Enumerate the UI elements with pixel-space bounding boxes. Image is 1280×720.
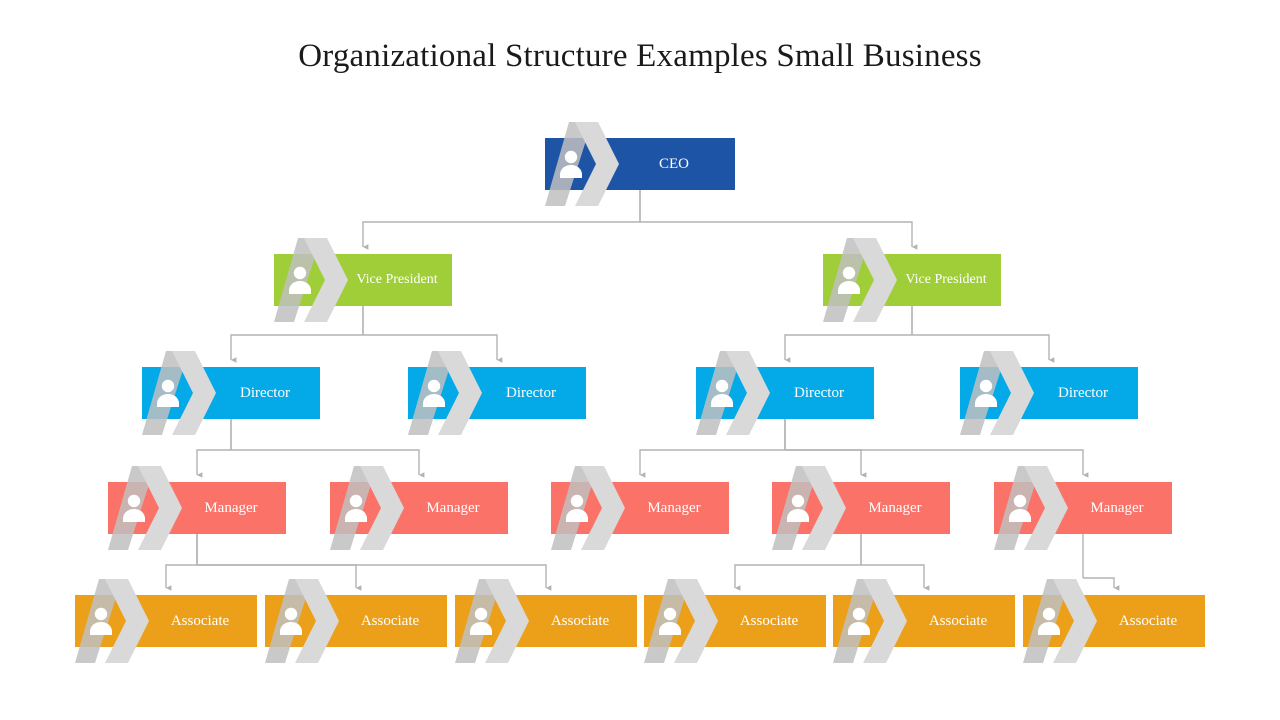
org-node-mgr5[interactable]: Manager bbox=[994, 466, 1172, 550]
person-icon bbox=[787, 494, 809, 522]
person-icon bbox=[711, 379, 733, 407]
person-icon bbox=[345, 494, 367, 522]
org-node-dir1[interactable]: Director bbox=[142, 351, 320, 435]
org-node-asc4[interactable]: Associate bbox=[644, 579, 826, 663]
org-node-mgr1[interactable]: Manager bbox=[108, 466, 286, 550]
node-label: Director bbox=[1058, 384, 1108, 401]
node-label: Director bbox=[506, 384, 556, 401]
org-node-mgr4[interactable]: Manager bbox=[772, 466, 950, 550]
person-icon bbox=[566, 494, 588, 522]
node-layer: CEO Vice President Vice President Director D… bbox=[0, 0, 1280, 720]
person-icon bbox=[157, 379, 179, 407]
node-label: Associate bbox=[928, 612, 988, 629]
node-label: Associate bbox=[739, 612, 799, 629]
node-label: Manager bbox=[868, 499, 922, 516]
node-label: Associate bbox=[170, 612, 230, 629]
person-icon bbox=[289, 266, 311, 294]
node-label: Director bbox=[240, 384, 290, 401]
node-label: CEO bbox=[659, 155, 689, 172]
person-icon bbox=[123, 494, 145, 522]
org-node-dir4[interactable]: Director bbox=[960, 351, 1138, 435]
org-chart-canvas: Organizational Structure Examples Small … bbox=[0, 0, 1280, 720]
node-label: Manager bbox=[204, 499, 258, 516]
person-icon bbox=[560, 150, 582, 178]
org-node-asc2[interactable]: Associate bbox=[265, 579, 447, 663]
node-label: Manager bbox=[647, 499, 701, 516]
person-icon bbox=[90, 607, 112, 635]
person-icon bbox=[838, 266, 860, 294]
person-icon bbox=[659, 607, 681, 635]
node-label: Associate bbox=[1118, 612, 1178, 629]
node-label: Director bbox=[794, 384, 844, 401]
org-node-asc1[interactable]: Associate bbox=[75, 579, 257, 663]
org-node-ceo[interactable]: CEO bbox=[545, 122, 735, 206]
org-node-asc5[interactable]: Associate bbox=[833, 579, 1015, 663]
node-label: Associate bbox=[360, 612, 420, 629]
org-node-vp1[interactable]: Vice President bbox=[274, 238, 452, 322]
person-icon bbox=[470, 607, 492, 635]
person-icon bbox=[1038, 607, 1060, 635]
org-node-asc3[interactable]: Associate bbox=[455, 579, 637, 663]
node-label: Manager bbox=[426, 499, 480, 516]
person-icon bbox=[975, 379, 997, 407]
org-node-vp2[interactable]: Vice President bbox=[823, 238, 1001, 322]
node-label: Vice President bbox=[356, 272, 438, 287]
person-icon bbox=[423, 379, 445, 407]
org-node-dir3[interactable]: Director bbox=[696, 351, 874, 435]
node-label: Associate bbox=[550, 612, 610, 629]
org-node-mgr2[interactable]: Manager bbox=[330, 466, 508, 550]
org-node-asc6[interactable]: Associate bbox=[1023, 579, 1205, 663]
org-node-dir2[interactable]: Director bbox=[408, 351, 586, 435]
node-label: Vice President bbox=[905, 272, 987, 287]
person-icon bbox=[280, 607, 302, 635]
person-icon bbox=[1009, 494, 1031, 522]
node-label: Manager bbox=[1090, 499, 1144, 516]
org-node-mgr3[interactable]: Manager bbox=[551, 466, 729, 550]
person-icon bbox=[848, 607, 870, 635]
